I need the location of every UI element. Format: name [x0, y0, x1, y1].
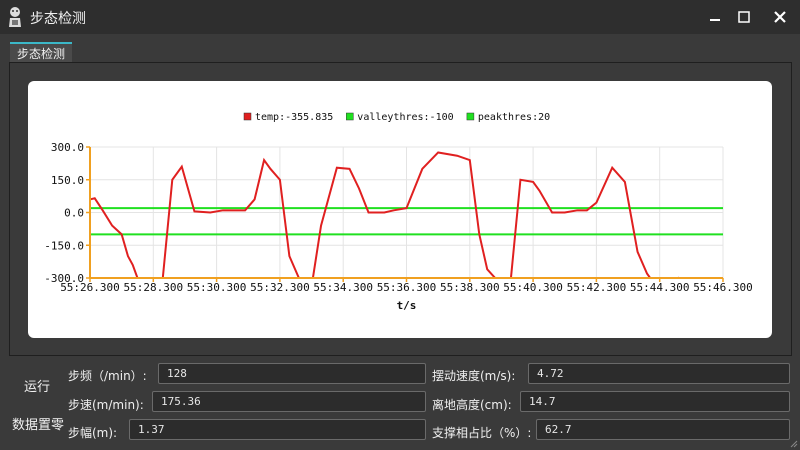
- x-tick-label: 55:34.300: [313, 281, 373, 294]
- x-tick-label: 55:32.300: [250, 281, 310, 294]
- y-tick-label: 0.0: [64, 207, 84, 220]
- support-ratio-field[interactable]: 62.7: [536, 419, 790, 440]
- x-tick-label: 55:46.300: [693, 281, 753, 294]
- y-tick-label: -150.0: [44, 239, 84, 252]
- step-freq-label: 步频（/min）:: [68, 369, 147, 383]
- title-bar: 步态检测: [0, 0, 800, 34]
- x-tick-label: 55:36.300: [377, 281, 437, 294]
- ground-height-label: 离地高度(cm):: [432, 398, 512, 412]
- legend-label: peakthres:20: [478, 112, 550, 123]
- run-button[interactable]: 运行: [24, 376, 50, 395]
- chart: 300.0150.00.0-150.0-300.055:26.300 55:28.…: [44, 112, 753, 312]
- minimize-button[interactable]: [702, 4, 728, 30]
- legend-swatch: [466, 112, 475, 121]
- app-logo-icon: [9, 7, 21, 27]
- chart-card: 300.0 150.0 0.0 -150.0 -300.0 55:26.300 55:28.…: [28, 81, 772, 338]
- x-tick-label: 55:28.300: [123, 281, 183, 294]
- reset-data-button[interactable]: 数据置零: [12, 414, 64, 433]
- x-tick-label: 55:40.300: [503, 281, 563, 294]
- tab-gait-detection[interactable]: 步态检测: [10, 42, 72, 64]
- x-tick-label: 55:30.300: [187, 281, 247, 294]
- minimize-icon: [710, 19, 720, 21]
- y-tick-label: 150.0: [51, 174, 84, 187]
- x-tick-label: 55:38.300: [440, 281, 500, 294]
- x-axis-label: t/s: [397, 299, 417, 312]
- maximize-button[interactable]: [731, 4, 757, 30]
- close-button[interactable]: [767, 4, 793, 30]
- x-tick-label: 55:44.300: [630, 281, 690, 294]
- close-icon: [774, 11, 786, 23]
- step-freq-field[interactable]: 128: [158, 363, 426, 384]
- legend-label: valleythres:-100: [357, 112, 453, 123]
- maximize-icon: [738, 11, 750, 23]
- stride-field[interactable]: 1.37: [129, 419, 426, 440]
- swing-speed-field[interactable]: 4.72: [528, 363, 790, 384]
- resize-grip-icon[interactable]: [788, 438, 798, 448]
- x-tick-label: 55:26.300: [60, 281, 120, 294]
- y-tick-label: 300.0: [51, 141, 84, 154]
- legend-swatch: [346, 112, 354, 121]
- step-speed-label: 步速(m/min):: [68, 398, 144, 412]
- window-title: 步态检测: [30, 11, 86, 27]
- support-ratio-label: 支撑相占比（%）:: [432, 426, 532, 440]
- stride-label: 步幅(m):: [68, 426, 118, 440]
- swing-speed-label: 摆动速度(m/s):: [432, 369, 516, 383]
- step-speed-field[interactable]: 175.36: [152, 391, 426, 412]
- ground-height-field[interactable]: 14.7: [520, 391, 790, 412]
- x-tick-label: 55:42.300: [567, 281, 627, 294]
- legend-label: temp:-355.835: [255, 112, 333, 123]
- legend-swatch: [243, 112, 252, 121]
